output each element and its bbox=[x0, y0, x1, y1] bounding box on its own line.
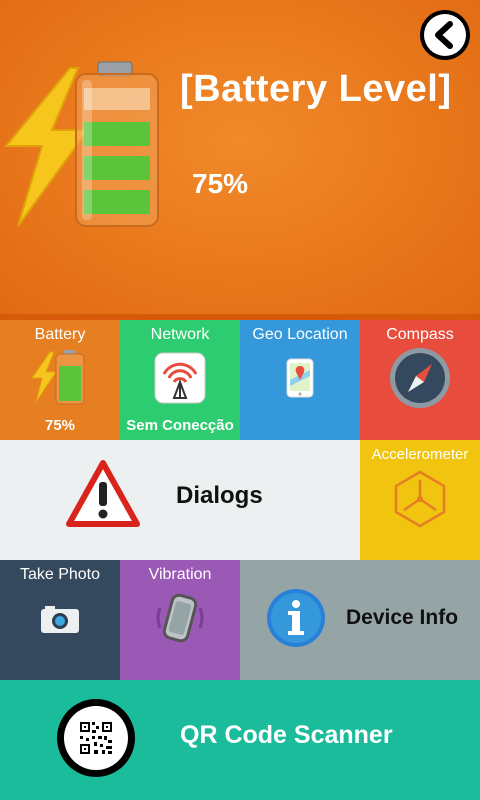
network-tile-label: Network bbox=[150, 326, 210, 343]
battery-tile-label: Battery bbox=[34, 326, 86, 343]
qr-code-scanner-label: QR Code Scanner bbox=[180, 721, 393, 749]
battery-icon bbox=[31, 350, 85, 405]
accelerometer-tile[interactable]: Accelerometer bbox=[360, 440, 480, 560]
vibration-tile[interactable]: Vibration bbox=[120, 560, 240, 680]
map-phone-icon bbox=[286, 358, 314, 398]
chevron-left-icon bbox=[435, 21, 453, 49]
battery-level-fill bbox=[59, 366, 81, 401]
compass-tile-label: Compass bbox=[386, 326, 454, 343]
device-info-tile[interactable]: Device Info bbox=[240, 560, 480, 680]
battery-tile-value: 75% bbox=[44, 417, 76, 434]
take-photo-tile[interactable]: Take Photo bbox=[0, 560, 120, 680]
battery-header: [Battery Level] 75% bbox=[0, 0, 480, 314]
dialogs-label: Dialogs bbox=[176, 482, 263, 509]
dialogs-tile[interactable]: Dialogs bbox=[0, 440, 360, 560]
battery-percent: 75% bbox=[192, 168, 249, 199]
warning-icon bbox=[66, 460, 140, 527]
accelerometer-tile-label: Accelerometer bbox=[371, 446, 469, 463]
qr-code-scanner-tile[interactable]: QR Code Scanner bbox=[0, 680, 480, 800]
take-photo-tile-label: Take Photo bbox=[19, 566, 101, 583]
page-title: [Battery Level] bbox=[180, 68, 452, 110]
accelerometer-icon bbox=[394, 470, 446, 528]
device-info-label: Device Info bbox=[346, 606, 459, 629]
info-icon bbox=[267, 589, 325, 647]
geo-location-tile-label: Geo Location bbox=[252, 326, 348, 343]
battery-tile[interactable]: Battery 75% bbox=[0, 320, 120, 440]
battery-charging-icon bbox=[3, 61, 159, 227]
vibration-tile-label: Vibration bbox=[148, 566, 212, 583]
back-button[interactable] bbox=[420, 10, 470, 60]
compass-tile[interactable]: Compass bbox=[360, 320, 480, 440]
network-status: Sem Conecção bbox=[126, 417, 234, 434]
camera-icon bbox=[41, 606, 79, 633]
compass-icon bbox=[390, 348, 450, 408]
qr-code-icon bbox=[57, 699, 135, 777]
vibrating-phone-icon bbox=[156, 593, 204, 643]
wifi-signal-icon bbox=[154, 352, 206, 404]
network-tile[interactable]: Network Sem Conecção bbox=[120, 320, 240, 440]
geo-location-tile[interactable]: Geo Location bbox=[240, 320, 360, 440]
